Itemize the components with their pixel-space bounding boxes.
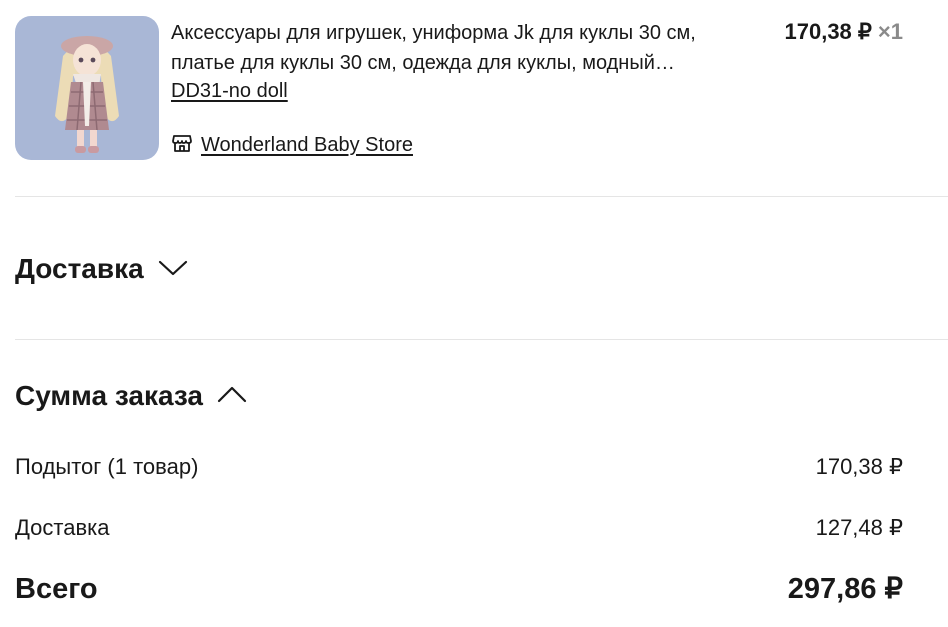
store-name: Wonderland Baby Store (201, 133, 413, 156)
delivery-cost-row: Доставка 127,48 ₽ (15, 513, 903, 543)
product-row: Аксессуары для игрушек, униформа Jk для … (15, 16, 935, 161)
quantity: ×1 (877, 19, 903, 44)
delivery-section-toggle[interactable]: Доставка (15, 251, 188, 287)
product-image[interactable] (15, 16, 159, 160)
total-row: Всего 297,86 ₽ (15, 574, 903, 604)
delivery-cost-label: Доставка (15, 515, 110, 540)
total-label: Всего (15, 573, 98, 605)
store-link[interactable]: Wonderland Baby Store (171, 130, 413, 160)
product-variant-link[interactable]: DD31-no doll (171, 77, 288, 105)
total-value: 297,86 ₽ (787, 573, 903, 605)
price-value: 170,38 ₽ (784, 19, 872, 44)
divider (15, 339, 948, 340)
doll-product-image (15, 16, 159, 160)
subtotal-label: Подытог (1 товар) (15, 454, 199, 479)
summary-section-toggle[interactable]: Сумма заказа (15, 378, 247, 414)
product-price: 170,38 ₽ ×1 (785, 17, 904, 47)
divider (15, 196, 948, 197)
product-title[interactable]: Аксессуары для игрушек, униформа Jk для … (171, 18, 711, 78)
chevron-down-icon (158, 257, 188, 282)
summary-section-title: Сумма заказа (15, 380, 204, 411)
subtotal-row: Подытог (1 товар) 170,38 ₽ (15, 452, 903, 482)
delivery-cost-value: 127,48 ₽ (815, 515, 903, 540)
subtotal-value: 170,38 ₽ (815, 454, 903, 479)
store-icon (171, 132, 193, 159)
delivery-section-title: Доставка (15, 253, 144, 284)
order-summary-page: Аксессуары для игрушек, униформа Jk для … (0, 0, 948, 627)
chevron-up-icon (217, 384, 247, 409)
